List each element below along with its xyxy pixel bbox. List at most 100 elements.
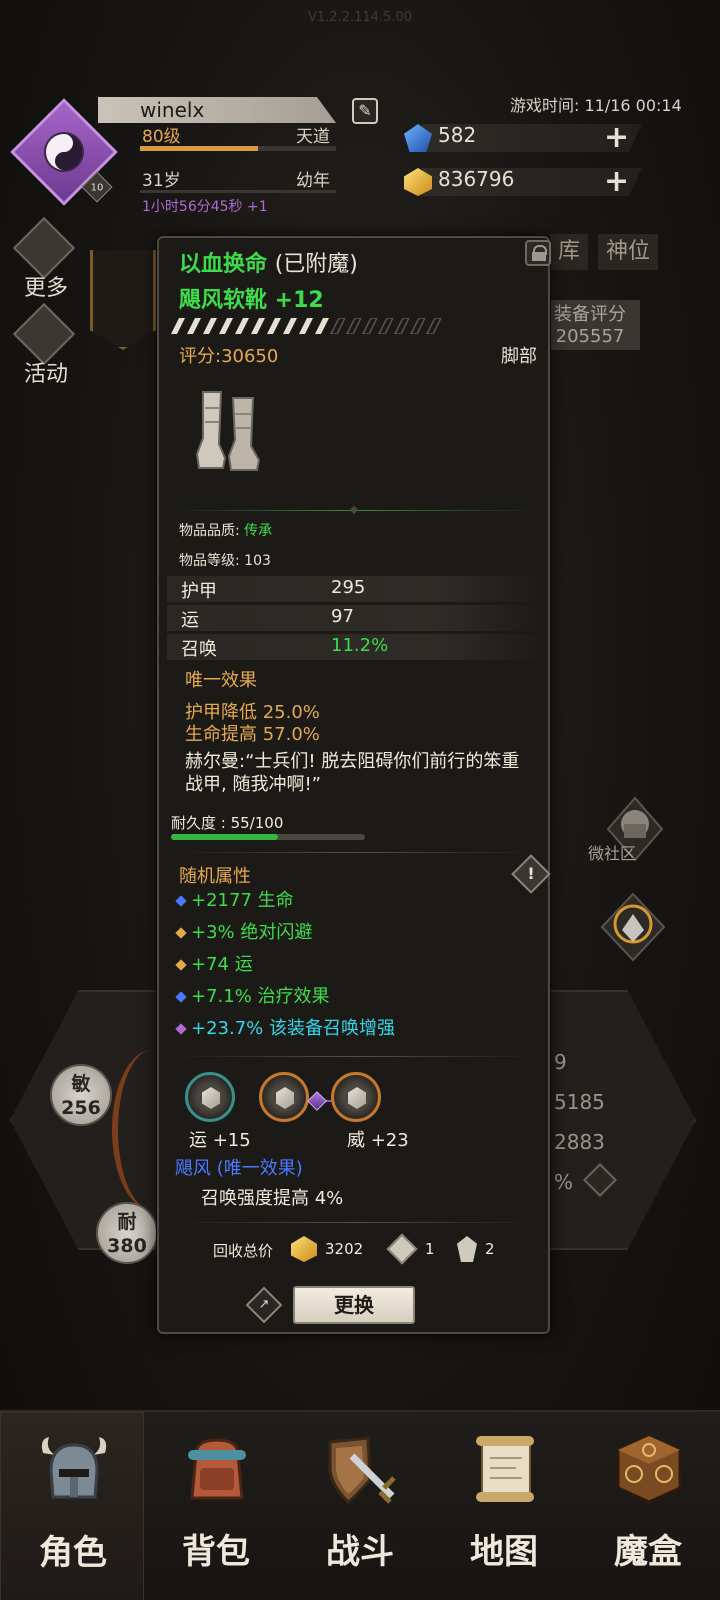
stat-agility[interactable]: 敏 256	[50, 1064, 112, 1126]
boots-icon	[189, 388, 269, 478]
stat-row: 护甲 295	[167, 576, 545, 602]
gem-slot-3[interactable]	[331, 1072, 381, 1122]
item-name: 飓风软靴 +12	[179, 288, 324, 313]
random-attr: +2177 生命	[175, 886, 294, 912]
player-name: winelx	[140, 98, 205, 122]
player-path: 天道	[296, 127, 330, 147]
recycle-stone-value: 1	[425, 1240, 435, 1258]
recycle-shard-value: 2	[485, 1240, 495, 1258]
gold-count: 836796	[438, 167, 515, 191]
add-gold-button[interactable]: +	[604, 164, 629, 199]
gem-slot-2[interactable]	[259, 1072, 309, 1122]
stat-value: 295	[331, 577, 366, 598]
gold-ingot-icon	[291, 1236, 317, 1262]
gem-link-icon	[307, 1091, 327, 1111]
player-age-stage: 幼年	[296, 171, 330, 191]
stat-row: 召唤 11.2%	[167, 634, 545, 660]
version-label: V1.2.2.114.5.00	[308, 10, 412, 25]
item-slot: 脚部	[501, 346, 537, 367]
xp-bar-fill	[140, 146, 258, 151]
nav-character[interactable]: 角色	[0, 1412, 144, 1600]
item-quality: 物品品质: 传承	[179, 520, 272, 540]
nav-backpack[interactable]: 背包	[144, 1412, 288, 1600]
activity-button[interactable]: 活动	[2, 302, 82, 388]
info-warning-icon[interactable]: !	[511, 854, 551, 894]
recycle-label: 回收总价	[213, 1242, 274, 1260]
gem-icon	[348, 1087, 366, 1109]
yinyang-icon	[44, 132, 84, 172]
stat-endurance-value: 380	[107, 1235, 147, 1257]
bottom-nav: 角色 背包 战斗 地图 魔盒	[0, 1410, 720, 1600]
gem-bonus-label: 运 +15	[189, 1130, 251, 1151]
stat-value: 97	[331, 606, 354, 627]
activity-button-label: 活动	[23, 362, 68, 387]
nav-map[interactable]: 地图	[432, 1412, 576, 1600]
info-warning-glyph: !	[527, 864, 535, 883]
share-glyph: ↗	[258, 1297, 270, 1312]
recycle-gold-value: 3202	[325, 1240, 364, 1258]
name-plate	[98, 97, 336, 123]
separator-dot	[349, 505, 359, 515]
stat-key: 运	[181, 610, 199, 631]
stat-row-bg	[167, 605, 545, 631]
stat-key: 护甲	[181, 581, 217, 602]
random-attr-text: +3% 绝对闪避	[191, 922, 313, 943]
player-level: 80级	[142, 127, 181, 147]
share-icon[interactable]: ↗	[245, 1286, 283, 1324]
more-button[interactable]: 更多	[2, 216, 82, 302]
item-tooltip-card: 以血换命 (已附魔) 飓风软靴 +12 评分:30650 脚部 物品品质: 传承…	[157, 236, 551, 1334]
edit-name-icon[interactable]: ✎	[352, 98, 378, 124]
random-attr: +7.1% 治疗效果	[175, 982, 330, 1008]
avatar-badge-text: 10	[90, 182, 104, 194]
enchant-title: 以血换命 (已附魔)	[179, 246, 358, 278]
random-attr-text: +23.7% 该装备召唤增强	[191, 1018, 395, 1039]
bg-stat-d: %	[554, 1170, 574, 1194]
item-quality-label: 物品品质:	[179, 523, 245, 539]
stat-agility-label: 敏	[71, 1073, 91, 1095]
stat-agility-value: 256	[61, 1097, 101, 1119]
item-quality-value: 传承	[244, 523, 273, 539]
equip-score-value: 205557	[555, 326, 625, 347]
crystal-resource: 582 +	[404, 120, 644, 155]
nav-backpack-label: 背包	[182, 1532, 250, 1572]
tab-warehouse[interactable]: 库	[550, 234, 589, 270]
stat-key: 召唤	[181, 639, 217, 660]
separator-gems	[175, 1056, 535, 1057]
stone-icon	[386, 1233, 418, 1265]
bg-stat-c: 2883	[554, 1130, 605, 1154]
separator-random	[175, 852, 535, 853]
nav-character-label: 角色	[39, 1533, 107, 1573]
xp-bar	[140, 146, 336, 151]
lock-icon[interactable]	[525, 240, 551, 266]
swap-button[interactable]: 更换	[293, 1286, 415, 1324]
game-time: 游戏时间: 11/16 00:14	[510, 96, 682, 115]
enchant-name: 以血换命	[179, 252, 268, 277]
attr-bullet-icon	[175, 959, 187, 971]
stat-endurance[interactable]: 耐 380	[96, 1202, 158, 1264]
community-label: 微社区	[588, 844, 637, 863]
shard-icon	[457, 1236, 477, 1262]
attr-bullet-icon	[175, 895, 187, 907]
rank-banner	[90, 250, 156, 350]
magic-box-icon	[610, 1430, 688, 1508]
helmet-icon	[35, 1431, 113, 1509]
item-level: 物品等级: 103	[179, 553, 271, 569]
item-quote: 赫尔曼:“士兵们! 脱去阻碍你们前行的笨重战甲, 随我冲啊!”	[185, 751, 520, 795]
stat-value: 11.2%	[331, 635, 389, 656]
nav-magic-box-label: 魔盒	[614, 1532, 682, 1572]
gem-icon	[202, 1087, 220, 1109]
tab-divine[interactable]: 神位	[598, 234, 659, 270]
guardian-icon[interactable]	[596, 890, 666, 962]
backpack-icon	[178, 1430, 256, 1508]
nav-magic-box[interactable]: 魔盒	[576, 1412, 720, 1600]
unique-effect-line: 生命提高 57.0%	[185, 724, 320, 745]
durability-bar-fill	[171, 834, 278, 840]
enchant-status: (已附魔)	[274, 252, 358, 277]
more-button-label: 更多	[23, 276, 68, 301]
gem-slot-1[interactable]	[185, 1072, 235, 1122]
nav-battle[interactable]: 战斗	[288, 1412, 432, 1600]
enhance-progress-stripes	[167, 317, 447, 335]
random-attr-text: +74 运	[191, 954, 253, 975]
stripe-empty	[329, 317, 443, 335]
add-crystal-button[interactable]: +	[604, 120, 629, 155]
